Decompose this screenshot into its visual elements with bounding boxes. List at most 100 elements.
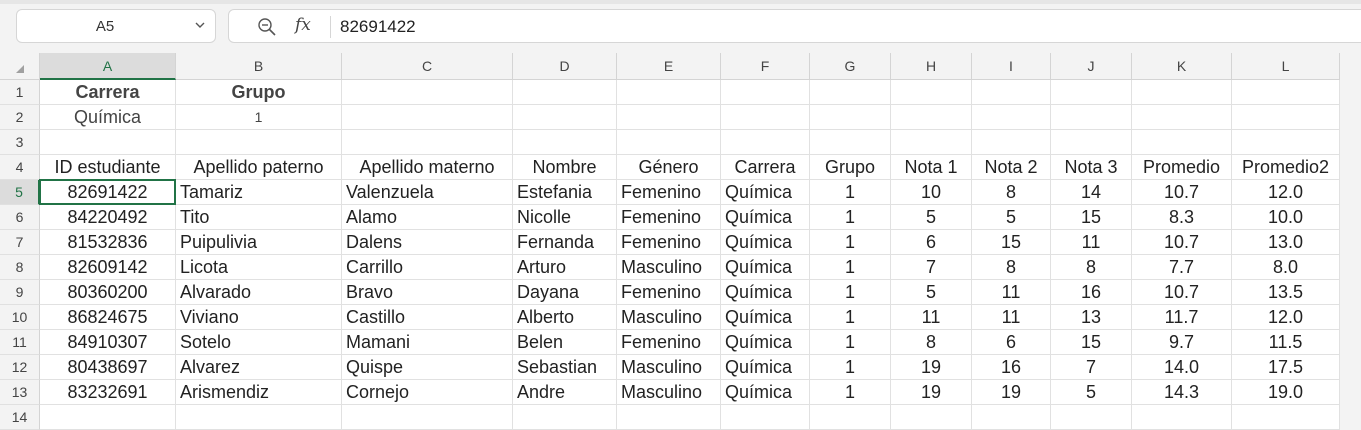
cell-h4[interactable]: Nota 1 bbox=[891, 155, 972, 180]
cell-j11[interactable]: 15 bbox=[1051, 330, 1132, 355]
cell-a10[interactable]: 86824675 bbox=[40, 305, 176, 330]
cell-i10[interactable]: 11 bbox=[972, 305, 1051, 330]
cell-g6[interactable]: 1 bbox=[810, 205, 891, 230]
row-header-2[interactable]: 2 bbox=[0, 105, 40, 130]
cell-k3[interactable] bbox=[1132, 130, 1232, 155]
row-header-7[interactable]: 7 bbox=[0, 230, 40, 255]
cell-d3[interactable] bbox=[513, 130, 617, 155]
cell-c10[interactable]: Castillo bbox=[342, 305, 513, 330]
cell-a9[interactable]: 80360200 bbox=[40, 280, 176, 305]
cell-b7[interactable]: Puipulivia bbox=[176, 230, 342, 255]
formula-bar[interactable]: fx 82691422 bbox=[228, 9, 1361, 43]
column-header-k[interactable]: K bbox=[1132, 53, 1232, 80]
cell-d7[interactable]: Fernanda bbox=[513, 230, 617, 255]
cell-e1[interactable] bbox=[617, 80, 721, 105]
cell-a1[interactable]: Carrera bbox=[40, 80, 176, 105]
cell-d12[interactable]: Sebastian bbox=[513, 355, 617, 380]
row-header-6[interactable]: 6 bbox=[0, 205, 40, 230]
row-header-13[interactable]: 13 bbox=[0, 380, 40, 405]
cell-b1[interactable]: Grupo bbox=[176, 80, 342, 105]
row-header-10[interactable]: 10 bbox=[0, 305, 40, 330]
cell-d1[interactable] bbox=[513, 80, 617, 105]
cell-a4[interactable]: ID estudiante bbox=[40, 155, 176, 180]
cell-i1[interactable] bbox=[972, 80, 1051, 105]
cell-k10[interactable]: 11.7 bbox=[1132, 305, 1232, 330]
cell-j12[interactable]: 7 bbox=[1051, 355, 1132, 380]
cell-e8[interactable]: Masculino bbox=[617, 255, 721, 280]
cell-a3[interactable] bbox=[40, 130, 176, 155]
cell-c12[interactable]: Quispe bbox=[342, 355, 513, 380]
cell-l1[interactable] bbox=[1232, 80, 1340, 105]
cell-b6[interactable]: Tito bbox=[176, 205, 342, 230]
cell-i3[interactable] bbox=[972, 130, 1051, 155]
cell-i13[interactable]: 19 bbox=[972, 380, 1051, 405]
cell-k8[interactable]: 7.7 bbox=[1132, 255, 1232, 280]
cell-j6[interactable]: 15 bbox=[1051, 205, 1132, 230]
insert-function-icon[interactable]: fx bbox=[295, 15, 311, 35]
cell-j1[interactable] bbox=[1051, 80, 1132, 105]
cell-g7[interactable]: 1 bbox=[810, 230, 891, 255]
cell-b4[interactable]: Apellido paterno bbox=[176, 155, 342, 180]
row-header-11[interactable]: 11 bbox=[0, 330, 40, 355]
cell-c5[interactable]: Valenzuela bbox=[342, 180, 513, 205]
cell-d11[interactable]: Belen bbox=[513, 330, 617, 355]
cell-k4[interactable]: Promedio bbox=[1132, 155, 1232, 180]
cell-f14[interactable] bbox=[721, 405, 810, 430]
cell-j10[interactable]: 13 bbox=[1051, 305, 1132, 330]
cell-j7[interactable]: 11 bbox=[1051, 230, 1132, 255]
cell-a5[interactable]: 82691422 bbox=[40, 180, 176, 205]
cell-d5[interactable]: Estefania bbox=[513, 180, 617, 205]
cell-b8[interactable]: Licota bbox=[176, 255, 342, 280]
cell-i8[interactable]: 8 bbox=[972, 255, 1051, 280]
row-header-1[interactable]: 1 bbox=[0, 80, 40, 105]
cell-g3[interactable] bbox=[810, 130, 891, 155]
cell-b10[interactable]: Viviano bbox=[176, 305, 342, 330]
cell-l10[interactable]: 12.0 bbox=[1232, 305, 1340, 330]
cell-k14[interactable] bbox=[1132, 405, 1232, 430]
cell-b9[interactable]: Alvarado bbox=[176, 280, 342, 305]
cell-f1[interactable] bbox=[721, 80, 810, 105]
cell-g5[interactable]: 1 bbox=[810, 180, 891, 205]
cell-j9[interactable]: 16 bbox=[1051, 280, 1132, 305]
cell-k6[interactable]: 8.3 bbox=[1132, 205, 1232, 230]
column-header-i[interactable]: I bbox=[972, 53, 1051, 80]
cell-f6[interactable]: Química bbox=[721, 205, 810, 230]
cell-e6[interactable]: Femenino bbox=[617, 205, 721, 230]
cell-b3[interactable] bbox=[176, 130, 342, 155]
cell-l9[interactable]: 13.5 bbox=[1232, 280, 1340, 305]
cell-d13[interactable]: Andre bbox=[513, 380, 617, 405]
cell-g4[interactable]: Grupo bbox=[810, 155, 891, 180]
cell-f5[interactable]: Química bbox=[721, 180, 810, 205]
cell-a12[interactable]: 80438697 bbox=[40, 355, 176, 380]
column-header-d[interactable]: D bbox=[513, 53, 617, 80]
cell-j14[interactable] bbox=[1051, 405, 1132, 430]
cell-d8[interactable]: Arturo bbox=[513, 255, 617, 280]
select-all-button[interactable] bbox=[0, 53, 40, 80]
column-header-j[interactable]: J bbox=[1051, 53, 1132, 80]
cell-e14[interactable] bbox=[617, 405, 721, 430]
cell-h7[interactable]: 6 bbox=[891, 230, 972, 255]
name-box[interactable]: A5 bbox=[16, 9, 216, 43]
cell-l4[interactable]: Promedio2 bbox=[1232, 155, 1340, 180]
zoom-out-icon[interactable] bbox=[257, 17, 277, 37]
cell-e5[interactable]: Femenino bbox=[617, 180, 721, 205]
cell-g8[interactable]: 1 bbox=[810, 255, 891, 280]
cell-c3[interactable] bbox=[342, 130, 513, 155]
cell-i5[interactable]: 8 bbox=[972, 180, 1051, 205]
cell-k5[interactable]: 10.7 bbox=[1132, 180, 1232, 205]
cell-d9[interactable]: Dayana bbox=[513, 280, 617, 305]
cell-k1[interactable] bbox=[1132, 80, 1232, 105]
cell-f12[interactable]: Química bbox=[721, 355, 810, 380]
column-header-e[interactable]: E bbox=[617, 53, 721, 80]
cell-k11[interactable]: 9.7 bbox=[1132, 330, 1232, 355]
cell-l6[interactable]: 10.0 bbox=[1232, 205, 1340, 230]
cell-g9[interactable]: 1 bbox=[810, 280, 891, 305]
cell-h14[interactable] bbox=[891, 405, 972, 430]
cell-j2[interactable] bbox=[1051, 105, 1132, 130]
chevron-down-icon[interactable] bbox=[193, 18, 207, 32]
cell-a6[interactable]: 84220492 bbox=[40, 205, 176, 230]
column-header-g[interactable]: G bbox=[810, 53, 891, 80]
cell-i4[interactable]: Nota 2 bbox=[972, 155, 1051, 180]
cell-d2[interactable] bbox=[513, 105, 617, 130]
cell-g13[interactable]: 1 bbox=[810, 380, 891, 405]
